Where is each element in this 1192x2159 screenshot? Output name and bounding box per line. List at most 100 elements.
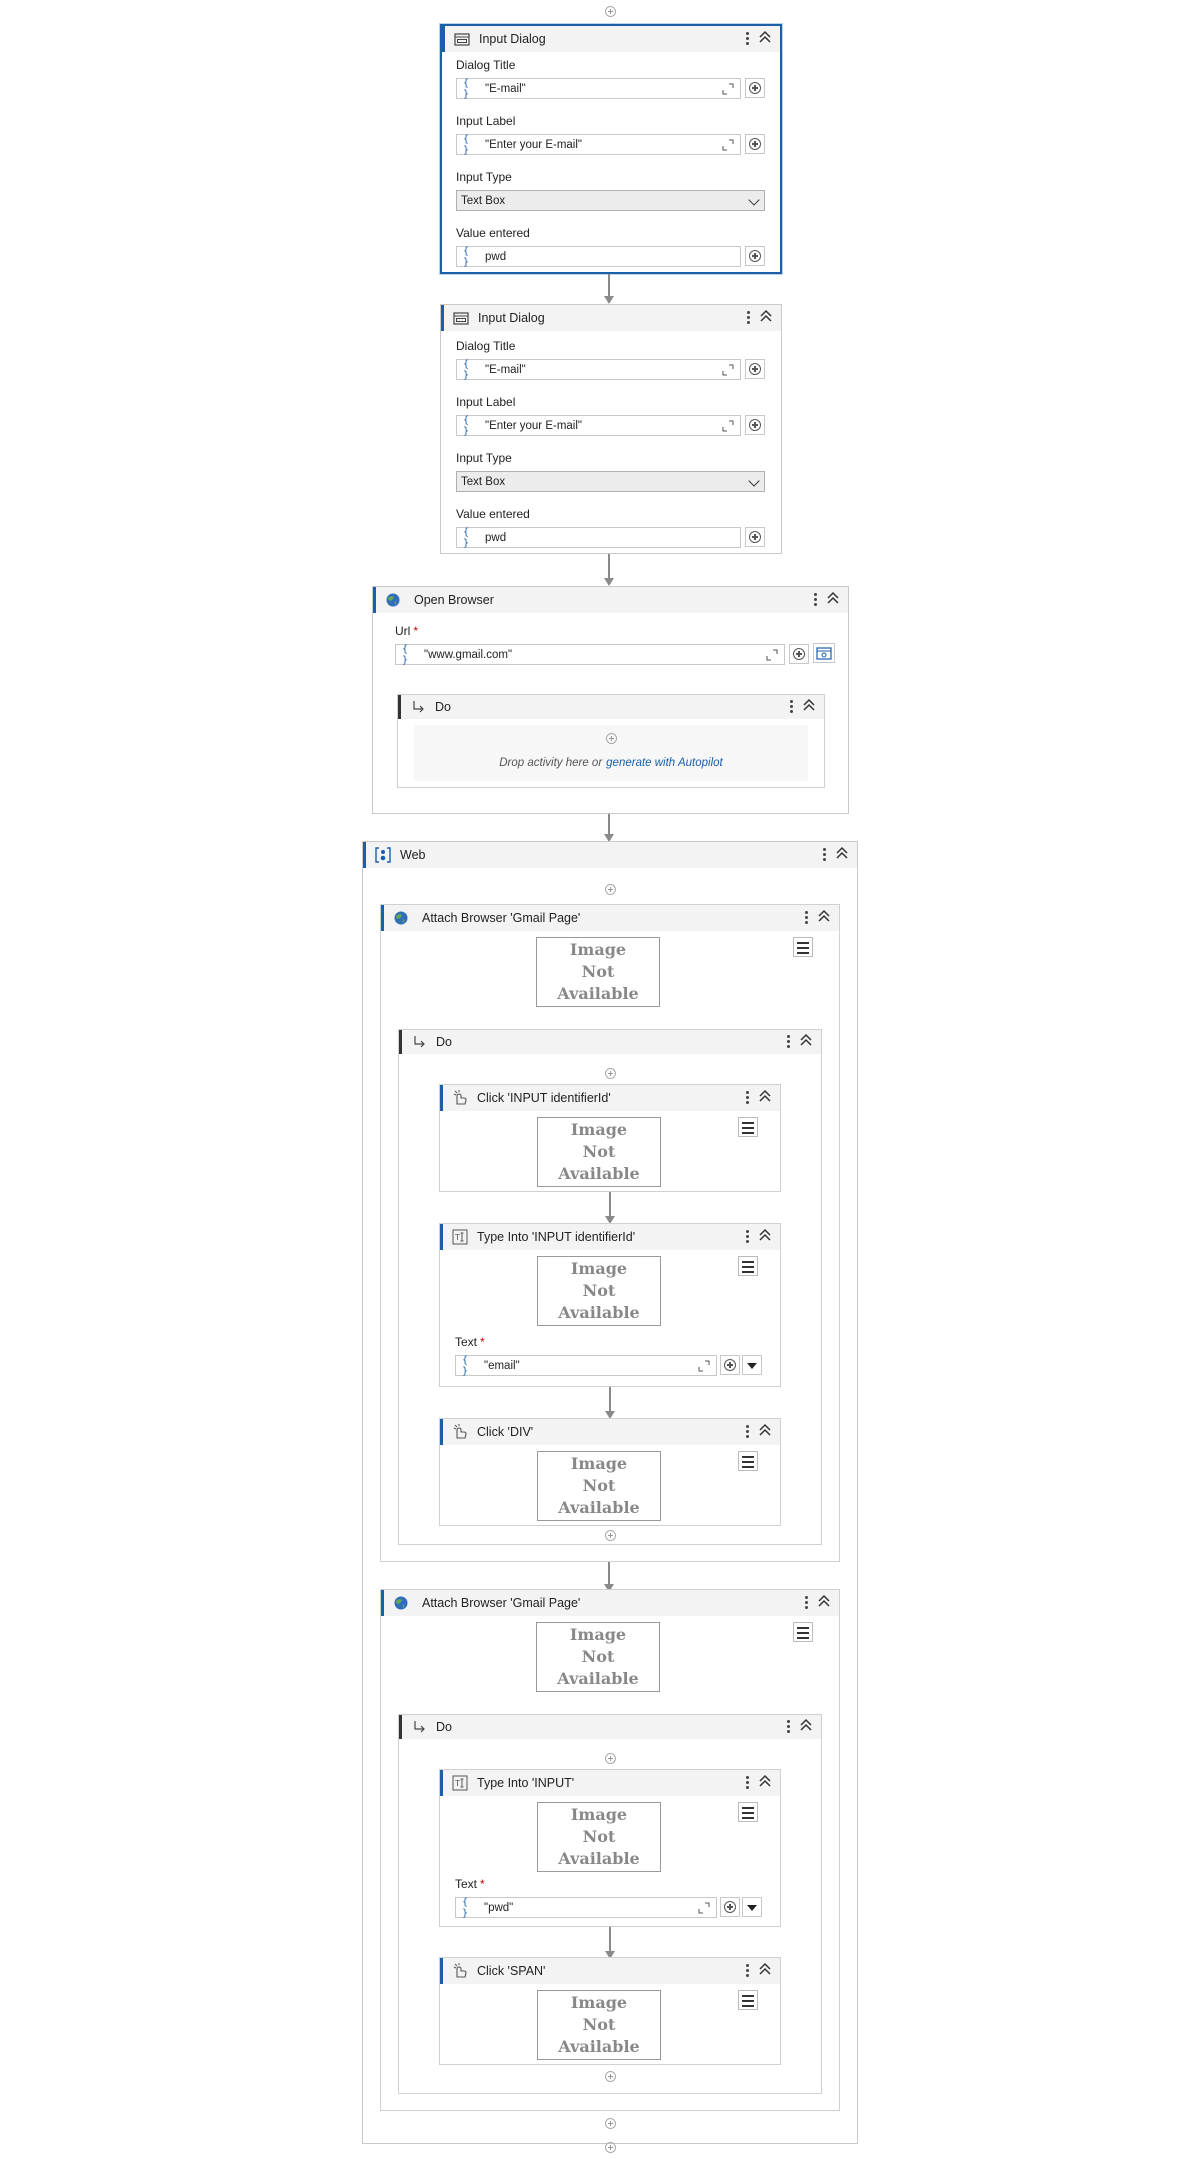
selector-menu-icon[interactable] (738, 1256, 758, 1276)
expand-icon[interactable] (698, 1360, 710, 1372)
collapse-icon[interactable] (826, 591, 842, 609)
activity-header[interactable]: Click 'DIV' (440, 1419, 780, 1445)
autopilot-link[interactable]: generate with Autopilot (606, 757, 723, 769)
add-icon[interactable] (720, 1355, 740, 1375)
collapse-icon[interactable] (799, 1033, 815, 1051)
dropdown-arrow-icon[interactable] (742, 1897, 762, 1917)
activity-header[interactable]: Open Browser (373, 587, 848, 613)
selector-menu-icon[interactable] (738, 1451, 758, 1471)
more-options-icon[interactable] (742, 1089, 752, 1107)
more-options-icon[interactable] (742, 30, 752, 48)
add-activity-button[interactable] (605, 1068, 616, 1079)
collapse-icon[interactable] (758, 1423, 774, 1441)
add-icon[interactable] (745, 359, 765, 379)
more-options-icon[interactable] (743, 309, 753, 327)
collapse-icon[interactable] (835, 846, 851, 864)
input-dialog-activity[interactable]: Input Dialog Dialog Title { } "E-mail" I… (440, 24, 782, 274)
attach-browser-activity[interactable]: Attach Browser 'Gmail Page' Image Not Avai… (380, 904, 840, 1562)
do-header[interactable]: Do (398, 695, 824, 719)
url-field[interactable]: { } "www.gmail.com" (395, 644, 785, 666)
add-icon[interactable] (745, 78, 765, 98)
collapse-icon[interactable] (817, 1594, 833, 1612)
more-options-icon[interactable] (786, 698, 796, 716)
more-options-icon[interactable] (783, 1718, 793, 1736)
expand-icon[interactable] (722, 364, 734, 376)
add-icon[interactable] (745, 134, 765, 154)
web-sequence[interactable]: Web Attach Browser 'Gmail Page' Image Not… (362, 841, 858, 2144)
drop-zone[interactable]: Drop activity here or generate with Autop… (414, 725, 808, 781)
more-options-icon[interactable] (742, 1962, 752, 1980)
more-options-icon[interactable] (742, 1774, 752, 1792)
collapse-icon[interactable] (802, 698, 818, 716)
activity-header[interactable]: Web (363, 842, 857, 868)
text-field[interactable]: { } "pwd" (455, 1897, 717, 1919)
browser-picker-icon[interactable] (813, 643, 835, 663)
more-options-icon[interactable] (801, 1594, 811, 1612)
dialog-title-field[interactable]: { } "E-mail" (456, 359, 741, 381)
type-into-activity[interactable]: T Type Into 'INPUT' Image Not Available Te… (439, 1769, 781, 1927)
expand-icon[interactable] (722, 139, 734, 151)
input-type-select[interactable]: Text Box (456, 471, 765, 492)
click-activity[interactable]: Click 'INPUT identifierId' Image Not Avail… (439, 1084, 781, 1192)
add-activity-button[interactable] (605, 2118, 616, 2129)
input-label-field[interactable]: { } "Enter your E-mail" (456, 415, 741, 437)
activity-header[interactable]: Click 'SPAN' (440, 1958, 780, 1984)
activity-header[interactable]: T Type Into 'INPUT identifierId' (440, 1224, 780, 1250)
selector-menu-icon[interactable] (738, 1990, 758, 2010)
add-icon[interactable] (745, 246, 765, 266)
add-icon[interactable] (789, 644, 809, 664)
add-icon[interactable] (745, 527, 765, 547)
activity-header[interactable]: T Type Into 'INPUT' (440, 1770, 780, 1796)
click-activity[interactable]: Click 'DIV' Image Not Available (439, 1418, 781, 1526)
more-options-icon[interactable] (810, 591, 820, 609)
dropdown-arrow-icon[interactable] (742, 1355, 762, 1375)
collapse-icon[interactable] (817, 909, 833, 927)
expand-icon[interactable] (722, 83, 734, 95)
add-activity-button[interactable] (605, 1530, 616, 1541)
add-icon[interactable] (720, 1897, 740, 1917)
expand-icon[interactable] (698, 1902, 710, 1914)
activity-header[interactable]: Attach Browser 'Gmail Page' (381, 1590, 839, 1616)
add-activity-button[interactable] (605, 1753, 616, 1764)
do-header[interactable]: Do (399, 1715, 821, 1739)
selector-menu-icon[interactable] (738, 1117, 758, 1137)
input-type-select[interactable]: Text Box (456, 190, 765, 211)
add-icon[interactable] (745, 415, 765, 435)
add-activity-button[interactable] (605, 2071, 616, 2082)
do-header[interactable]: Do (399, 1030, 821, 1054)
add-activity-button[interactable] (605, 6, 616, 17)
collapse-icon[interactable] (758, 1089, 774, 1107)
collapse-icon[interactable] (758, 1228, 774, 1246)
selector-menu-icon[interactable] (793, 1622, 813, 1642)
collapse-icon[interactable] (758, 30, 774, 48)
activity-header[interactable]: Input Dialog (442, 26, 780, 52)
expand-icon[interactable] (722, 420, 734, 432)
more-options-icon[interactable] (801, 909, 811, 927)
open-browser-activity[interactable]: Open Browser Url * { } "www.gmail.com" Do… (372, 586, 849, 814)
dialog-title-field[interactable]: { } "E-mail" (456, 78, 741, 100)
attach-browser-activity[interactable]: Attach Browser 'Gmail Page' Image Not Avai… (380, 1589, 840, 2111)
activity-header[interactable]: Input Dialog (441, 305, 781, 331)
input-label-field[interactable]: { } "Enter your E-mail" (456, 134, 741, 156)
value-entered-field[interactable]: { } pwd (456, 527, 741, 549)
collapse-icon[interactable] (799, 1718, 815, 1736)
add-activity-button[interactable] (606, 733, 617, 744)
selector-menu-icon[interactable] (738, 1802, 758, 1822)
selector-menu-icon[interactable] (793, 937, 813, 957)
input-dialog-activity[interactable]: Input Dialog Dialog Title { } "E-mail" I… (440, 304, 782, 554)
more-options-icon[interactable] (819, 846, 829, 864)
click-activity[interactable]: Click 'SPAN' Image Not Available (439, 1957, 781, 2065)
more-options-icon[interactable] (742, 1228, 752, 1246)
type-into-activity[interactable]: T Type Into 'INPUT identifierId' Image No… (439, 1223, 781, 1387)
value-entered-field[interactable]: { } pwd (456, 246, 741, 268)
add-activity-button[interactable] (605, 884, 616, 895)
collapse-icon[interactable] (759, 309, 775, 327)
more-options-icon[interactable] (783, 1033, 793, 1051)
more-options-icon[interactable] (742, 1423, 752, 1441)
add-activity-button[interactable] (605, 2142, 616, 2153)
text-field[interactable]: { } "email" (455, 1355, 717, 1377)
activity-header[interactable]: Click 'INPUT identifierId' (440, 1085, 780, 1111)
collapse-icon[interactable] (758, 1962, 774, 1980)
collapse-icon[interactable] (758, 1774, 774, 1792)
activity-header[interactable]: Attach Browser 'Gmail Page' (381, 905, 839, 931)
